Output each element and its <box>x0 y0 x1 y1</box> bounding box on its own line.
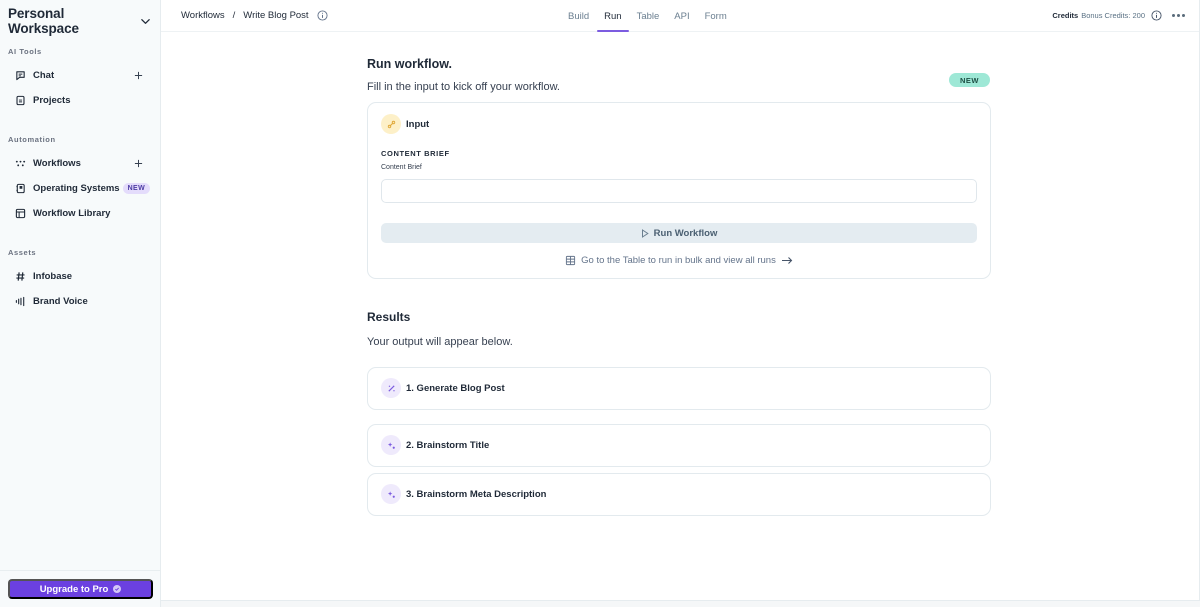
workspace-name: Personal Workspace <box>8 6 79 36</box>
sidebar-item-label: Workflows <box>33 158 81 169</box>
input-card-header: Input <box>381 114 429 134</box>
sidebar-item-operating-systems[interactable]: Operating Systems NEW <box>0 176 160 201</box>
go-to-table-label: Go to the Table to run in bulk and view … <box>581 255 776 266</box>
upgrade-to-pro-button[interactable]: Upgrade to Pro <box>8 579 153 599</box>
run-workflow-button[interactable]: Run Workflow <box>381 223 977 243</box>
sidebar-item-projects[interactable]: Projects <box>0 88 160 113</box>
library-layout-icon <box>14 208 26 220</box>
tab-run[interactable]: Run <box>597 0 630 32</box>
content-brief-sublabel: Content Brief <box>381 164 422 171</box>
section-label-automation: Automation <box>8 135 56 144</box>
run-workflow-label: Run Workflow <box>653 227 718 239</box>
chat-bubble-icon <box>14 70 26 82</box>
upgrade-label: Upgrade to Pro <box>39 583 109 595</box>
play-icon <box>641 228 649 238</box>
run-subtitle: Fill in the input to kick off your workf… <box>367 81 560 93</box>
sidebar-item-infobase[interactable]: Infobase <box>0 264 160 289</box>
chevron-down-icon[interactable] <box>138 14 152 28</box>
credits-label: Credits <box>1052 10 1079 20</box>
sidebar-item-label: Operating Systems <box>33 183 120 194</box>
result-step-title: 3. Brainstorm Meta Description <box>406 488 547 500</box>
sidebar-divider <box>0 570 160 571</box>
result-step-card[interactable]: 1. Generate Blog Post <box>367 367 991 410</box>
new-badge: NEW <box>122 183 151 194</box>
content-brief-label: CONTENT BRIEF <box>381 149 450 158</box>
result-step-header: 1. Generate Blog Post <box>381 378 505 398</box>
new-badge: NEW <box>949 73 990 87</box>
run-title: Run workflow. <box>367 57 452 71</box>
result-step-header: 2. Brainstorm Title <box>381 435 489 455</box>
document-icon <box>14 95 26 107</box>
result-step-header: 3. Brainstorm Meta Description <box>381 484 546 504</box>
credits-area: Credits Bonus Credits: 200 <box>1052 0 1185 30</box>
sidebar-item-label: Infobase <box>33 271 73 282</box>
sparkle-icon <box>381 435 401 455</box>
waveform-icon <box>14 296 26 308</box>
tab-form[interactable]: Form <box>698 0 734 32</box>
sidebar-item-label: Chat <box>33 70 55 81</box>
add-chat-button[interactable] <box>132 69 144 81</box>
sidebar-item-label: Projects <box>33 95 71 106</box>
hash-icon <box>14 271 26 283</box>
result-step-card[interactable]: 2. Brainstorm Title <box>367 424 991 467</box>
result-step-title: 2. Brainstorm Title <box>406 439 490 451</box>
results-subtitle: Your output will appear below. <box>367 336 513 348</box>
input-link-icon <box>381 114 401 134</box>
sidebar-item-label: Brand Voice <box>33 296 88 307</box>
tab-table[interactable]: Table <box>630 0 667 32</box>
workspace-switcher[interactable]: Personal Workspace <box>0 0 160 42</box>
add-workflow-button[interactable] <box>132 157 144 169</box>
sidebar-item-brand-voice[interactable]: Brand Voice <box>0 289 160 314</box>
result-step-card[interactable]: 3. Brainstorm Meta Description <box>367 473 991 516</box>
arrow-right-icon <box>781 256 793 265</box>
sidebar-item-label: Workflow Library <box>33 208 111 219</box>
info-icon[interactable] <box>317 10 328 21</box>
tab-api[interactable]: API <box>667 0 696 32</box>
go-to-table-link[interactable]: Go to the Table to run in bulk and view … <box>368 255 990 266</box>
breadcrumb: Workflows / Write Blog Post <box>161 10 328 21</box>
input-card: Input CONTENT BRIEF Content Brief Run Wo… <box>367 102 991 279</box>
sidebar: Personal Workspace AI Tools Chat Project… <box>0 0 161 607</box>
top-bar: Workflows / Write Blog Post Build Run Ta… <box>161 0 1199 32</box>
section-label-ai-tools: AI Tools <box>8 47 42 56</box>
sidebar-item-workflow-library[interactable]: Workflow Library <box>0 201 160 226</box>
sidebar-item-workflows[interactable]: Workflows <box>0 151 160 176</box>
credits-info-icon[interactable] <box>1151 9 1162 21</box>
section-label-assets: Assets <box>8 248 37 257</box>
input-card-title: Input <box>406 118 430 130</box>
table-grid-icon <box>565 255 576 266</box>
results-title: Results <box>367 310 411 324</box>
credits-value: Bonus Credits: 200 <box>1081 10 1145 20</box>
breadcrumb-workflows[interactable]: Workflows <box>181 10 225 21</box>
main-panel: Workflows / Write Blog Post Build Run Ta… <box>161 0 1200 601</box>
sparkle-icon <box>381 484 401 504</box>
result-step-title: 1. Generate Blog Post <box>406 382 505 394</box>
os-book-icon <box>14 183 26 195</box>
breadcrumb-separator: / <box>232 10 236 21</box>
more-options-icon[interactable] <box>1172 13 1185 17</box>
content-brief-input[interactable] <box>381 179 977 203</box>
sidebar-item-chat[interactable]: Chat <box>0 63 160 88</box>
app-root: Personal Workspace AI Tools Chat Project… <box>0 0 1200 607</box>
workflow-dots-icon <box>14 158 26 170</box>
verified-check-icon <box>113 585 122 593</box>
tab-bar: Build Run Table API Form <box>561 0 735 32</box>
magic-wand-icon <box>381 378 401 398</box>
tab-build[interactable]: Build <box>561 0 596 32</box>
breadcrumb-current: Write Blog Post <box>243 10 309 21</box>
